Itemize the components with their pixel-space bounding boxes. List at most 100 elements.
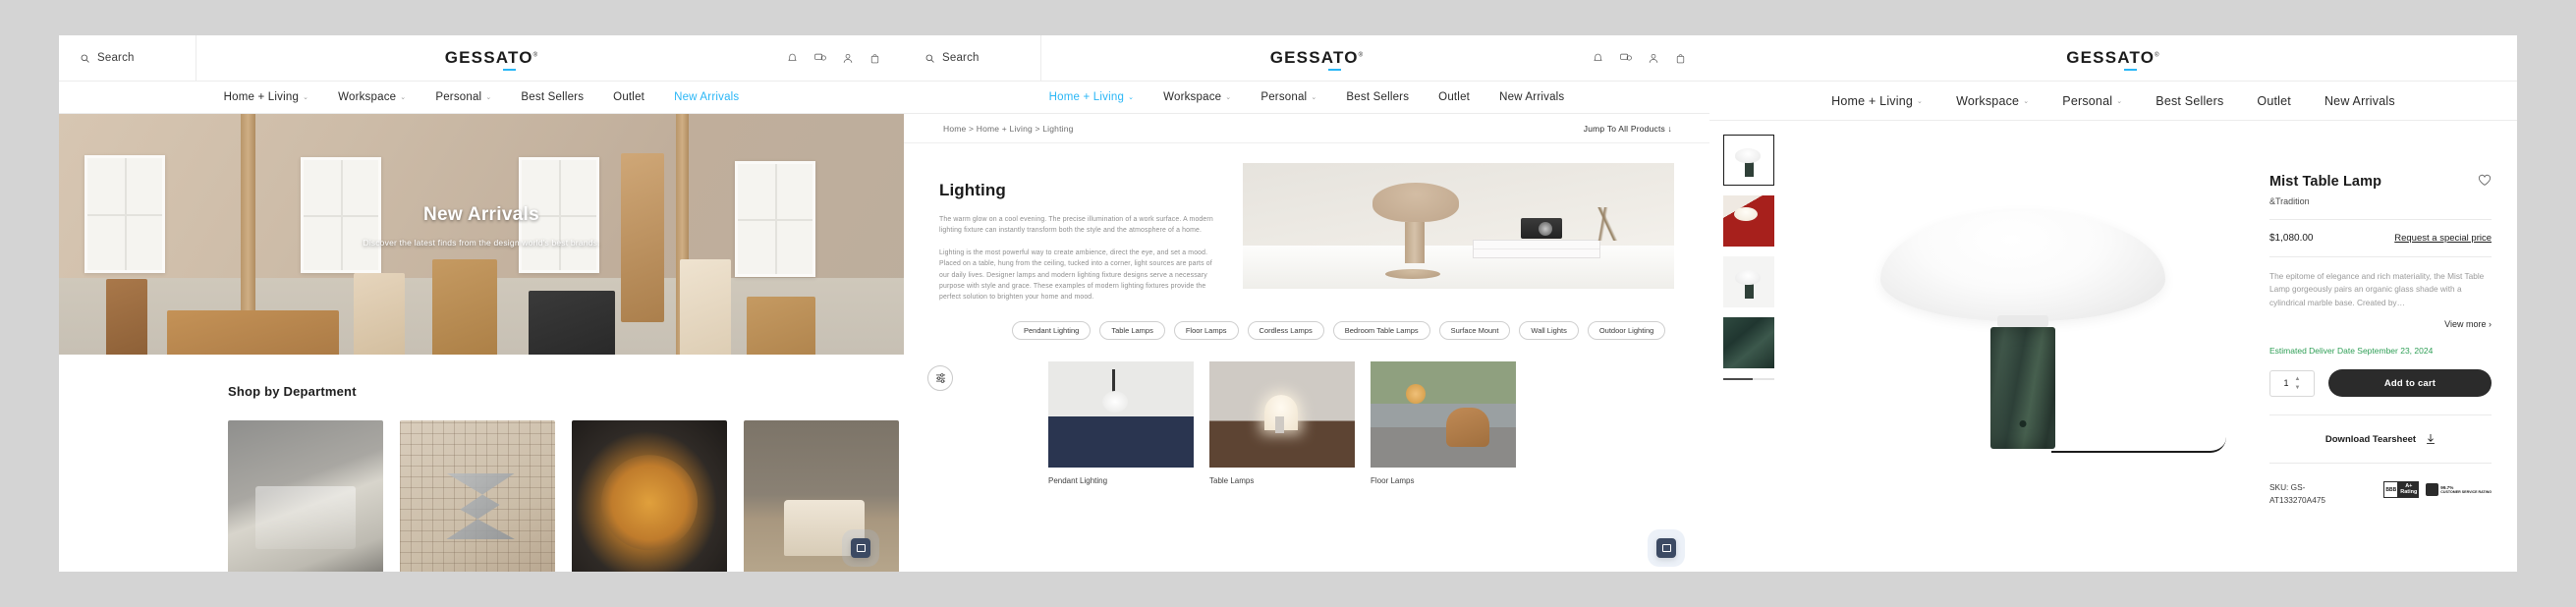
account-icon[interactable] — [1649, 53, 1658, 64]
nav-label: Personal — [435, 91, 482, 103]
divider — [2269, 414, 2492, 416]
nav-item-personal[interactable]: Personal ⌄ — [2062, 94, 2122, 108]
nav-item-outlet[interactable]: Outlet — [1438, 91, 1470, 103]
chip-surface-mount[interactable]: Surface Mount — [1438, 320, 1511, 340]
product-main-image[interactable] — [1786, 135, 2260, 572]
thumbnail-mist-table-lamp-red-shelf[interactable] — [1723, 195, 1774, 247]
nav-item-workspace[interactable]: Workspace ⌄ — [338, 91, 406, 103]
thumbnail-green-marble-swatch[interactable] — [1723, 317, 1774, 368]
brand-logo[interactable]: GESSATO® — [2066, 48, 2160, 71]
bell-icon[interactable] — [787, 53, 798, 64]
nav-item-best-sellers[interactable]: Best Sellers — [521, 91, 584, 103]
utility-bar: Search GESSATO® — [904, 35, 1709, 82]
nav-item-workspace[interactable]: Workspace ⌄ — [1956, 94, 2029, 108]
category-hero: Lighting The warm glow on a cool evening… — [904, 143, 1709, 304]
brand-logo[interactable]: GESSATO® — [444, 48, 539, 71]
search-box[interactable]: Search — [59, 35, 196, 82]
nav-item-best-sellers[interactable]: Best Sellers — [2156, 94, 2223, 108]
product-detail-panel: GESSATO® Home + Living ⌄ Workspace ⌄ Perso… — [1709, 35, 2517, 572]
nav-item-home-living[interactable]: Home + Living ⌄ — [1049, 91, 1135, 103]
product-brand[interactable]: &Tradition — [2269, 196, 2492, 206]
thumbnail-mist-table-lamp-white-bg[interactable] — [1723, 135, 1774, 186]
product-description: The epitome of elegance and rich materia… — [2269, 271, 2485, 307]
nav-label: New Arrivals — [1499, 91, 1565, 103]
product-label: Floor Lamps — [1371, 475, 1415, 485]
bag-icon[interactable] — [869, 53, 880, 64]
chip-table-lamps[interactable]: Table Lamps — [1099, 320, 1165, 340]
nav-label: Workspace — [1163, 91, 1222, 103]
quantity-stepper[interactable]: 1 ▲ ▼ — [2269, 369, 2315, 397]
chevron-down-icon: ⌄ — [1311, 94, 1317, 101]
nav-item-best-sellers[interactable]: Best Sellers — [1346, 91, 1409, 103]
department-card-drinkware[interactable]: Drinkware — [228, 420, 383, 572]
breadcrumb-row: Home > Home + Living > Lighting Jump To … — [904, 114, 1709, 143]
department-card-furniture[interactable]: Furniture — [744, 420, 899, 572]
nav-item-outlet[interactable]: Outlet — [613, 91, 644, 103]
brand-trademark: ® — [532, 52, 539, 59]
barware-photo — [400, 420, 555, 572]
hero-furniture — [432, 259, 497, 355]
bell-icon[interactable] — [1593, 53, 1603, 64]
heart-icon[interactable] — [2478, 174, 2492, 187]
chip-floor-lamps[interactable]: Floor Lamps — [1173, 320, 1239, 340]
breadcrumb[interactable]: Home > Home + Living > Lighting — [943, 124, 1074, 134]
customer-service-badge[interactable]: 99.7% CUSTOMER SERVICE RATING — [2426, 483, 2492, 497]
utility-bar: Search GESSATO® — [59, 35, 904, 82]
bag-icon[interactable] — [1675, 53, 1686, 64]
hero-furniture — [106, 279, 147, 355]
brand-name: GESSATO — [444, 48, 533, 67]
chat-widget-icon[interactable] — [1656, 538, 1676, 558]
jump-to-all-products-link[interactable]: Jump To All Products ↓ — [1584, 124, 1672, 134]
nav-label: Home + Living — [223, 91, 300, 103]
thumbs-up-icon — [2426, 483, 2439, 497]
department-card-kitchen-tools[interactable]: Kitchen Tools — [572, 420, 727, 572]
view-more-link[interactable]: View more › — [2269, 319, 2492, 329]
nav-item-new-arrivals[interactable]: New Arrivals — [2324, 94, 2395, 108]
chevron-down-icon: ⌄ — [485, 94, 492, 101]
lamp-glass-shade — [1880, 210, 2165, 321]
chip-outdoor-lighting[interactable]: Outdoor Lighting — [1587, 320, 1666, 340]
chat-icon[interactable] — [814, 53, 826, 64]
chip-cordless-lamps[interactable]: Cordless Lamps — [1247, 320, 1324, 340]
product-label: Pendant Lighting — [1048, 475, 1108, 485]
nav-item-new-arrivals[interactable]: New Arrivals — [1499, 91, 1564, 103]
product-card-table-lamps[interactable]: Table Lamps — [1209, 360, 1355, 485]
account-icon[interactable] — [843, 53, 853, 64]
category-products: Pendant Lighting Table Lamps Floor Lamps — [904, 340, 1709, 485]
chevron-down-icon: ⌄ — [303, 94, 309, 101]
chip-wall-lights[interactable]: Wall Lights — [1519, 320, 1579, 340]
shop-by-department-section: Shop by Department Drinkware Barware Kit… — [59, 355, 904, 572]
chat-icon[interactable] — [1620, 53, 1632, 64]
bbb-rating-badge[interactable]: BBB A+ Rating — [2383, 481, 2420, 499]
nav-item-outlet[interactable]: Outlet — [2257, 94, 2291, 108]
chip-pendant-lighting[interactable]: Pendant Lighting — [1012, 320, 1092, 340]
download-tearsheet-button[interactable]: Download Tearsheet — [2269, 433, 2492, 445]
photo-lamp-shade — [1372, 183, 1459, 223]
thumbnail-scrollbar[interactable] — [1723, 378, 1774, 380]
department-card-barware[interactable]: Barware — [400, 420, 555, 572]
search-box[interactable]: Search — [904, 35, 1041, 82]
nav-label: Workspace — [338, 91, 397, 103]
add-to-cart-button[interactable]: Add to cart — [2328, 369, 2492, 398]
department-heading: Shop by Department — [228, 384, 357, 399]
nav-item-personal[interactable]: Personal ⌄ — [1260, 91, 1316, 103]
nav-item-personal[interactable]: Personal ⌄ — [435, 91, 491, 103]
nav-item-workspace[interactable]: Workspace ⌄ — [1163, 91, 1231, 103]
thumbnail-mist-table-lamp-grey-bg[interactable] — [1723, 256, 1774, 307]
stepper-arrows-icon[interactable]: ▲ ▼ — [2295, 376, 2301, 391]
brand-logo[interactable]: GESSATO® — [1270, 48, 1365, 71]
product-card-floor-lamps[interactable]: Floor Lamps — [1371, 360, 1516, 485]
main-navigation: Home + Living ⌄ Workspace ⌄ Personal ⌄ Best… — [904, 82, 1709, 114]
filter-sliders-icon[interactable] — [927, 364, 953, 391]
chip-bedroom-table-lamps[interactable]: Bedroom Table Lamps — [1332, 320, 1430, 340]
request-special-price-link[interactable]: Request a special price — [2394, 233, 2492, 244]
hero-furniture — [354, 273, 405, 355]
chat-widget-icon[interactable] — [851, 538, 870, 558]
bbb-grade-label: Rating — [2400, 488, 2418, 495]
nav-item-new-arrivals[interactable]: New Arrivals — [674, 91, 739, 103]
category-page-panel: Search GESSATO® Home + Living ⌄ Workspace… — [904, 35, 1709, 572]
brand-trademark: ® — [1358, 52, 1365, 59]
nav-item-home-living[interactable]: Home + Living ⌄ — [224, 91, 309, 103]
product-card-pendant-lighting[interactable]: Pendant Lighting — [1048, 360, 1194, 485]
nav-item-home-living[interactable]: Home + Living ⌄ — [1831, 94, 1923, 108]
